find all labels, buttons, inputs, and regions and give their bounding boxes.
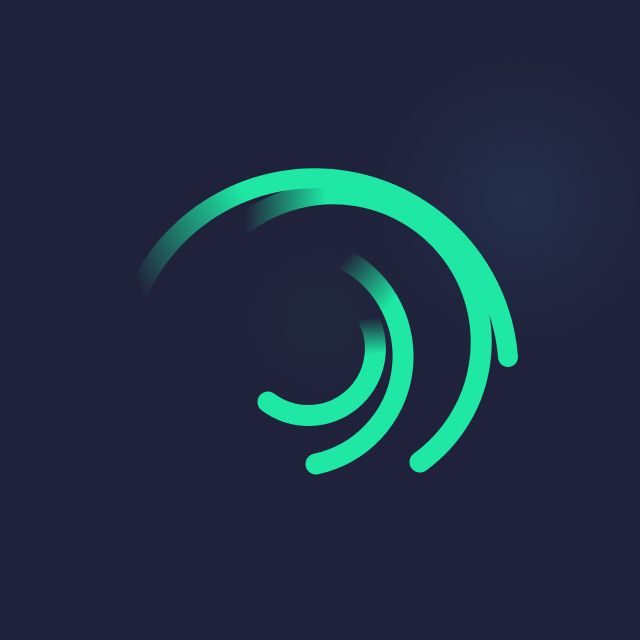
center-glow [0, 0, 640, 640]
swirl-logo-icon [0, 0, 640, 640]
app-icon-canvas [0, 0, 640, 640]
